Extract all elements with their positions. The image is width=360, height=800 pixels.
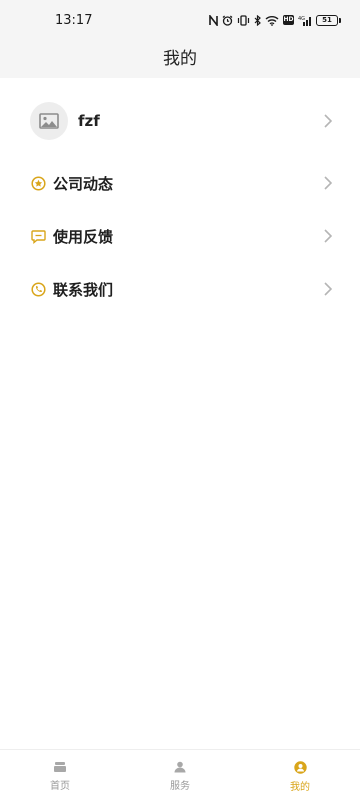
- tab-service[interactable]: 服务: [120, 750, 240, 800]
- hd-icon: HD: [283, 15, 294, 25]
- nfc-icon: [209, 14, 218, 26]
- service-icon: [174, 761, 186, 773]
- star-circle-icon: [31, 175, 46, 191]
- menu-item-contact-us[interactable]: 联系我们: [0, 269, 360, 309]
- bottom-tab-bar: 首页 服务 我的: [0, 749, 360, 800]
- avatar: [30, 102, 68, 140]
- chevron-right-icon: [324, 114, 332, 128]
- home-icon: [54, 762, 66, 772]
- menu-item-label: 使用反馈: [53, 227, 114, 246]
- menu-item-label: 公司动态: [53, 174, 114, 193]
- menu-item-feedback[interactable]: 使用反馈: [0, 216, 360, 256]
- battery-icon: 51: [316, 14, 341, 26]
- menu-item-label: 联系我们: [53, 280, 114, 299]
- chevron-right-icon: [324, 282, 332, 296]
- page-title: 我的: [163, 49, 197, 69]
- svg-text:4G: 4G: [298, 16, 305, 22]
- tab-home[interactable]: 首页: [0, 750, 120, 800]
- header: 我的: [0, 40, 360, 78]
- chevron-right-icon: [324, 229, 332, 243]
- chat-bubble-icon: [31, 229, 46, 244]
- status-icons: HD 4G 51: [209, 14, 341, 26]
- status-time: 13:17: [55, 12, 93, 28]
- tab-label: 服务: [170, 781, 190, 792]
- profile-name: fzf: [78, 112, 100, 130]
- tab-mine[interactable]: 我的: [240, 750, 360, 800]
- profile-icon: [293, 761, 307, 774]
- bluetooth-icon: [254, 14, 261, 26]
- tab-label: 我的: [290, 782, 310, 793]
- phone-circle-icon: [31, 281, 46, 297]
- image-placeholder-icon: [39, 113, 59, 129]
- tab-label: 首页: [50, 781, 70, 792]
- menu-item-company-news[interactable]: 公司动态: [0, 163, 360, 203]
- chevron-right-icon: [324, 176, 332, 190]
- status-bar: 13:17 HD 4G 51: [0, 0, 360, 40]
- signal-icon: 4G: [298, 16, 311, 26]
- vibrate-icon: [237, 14, 250, 26]
- alarm-icon: [222, 15, 233, 26]
- profile-row[interactable]: fzf: [0, 95, 360, 147]
- wifi-icon: [265, 15, 279, 26]
